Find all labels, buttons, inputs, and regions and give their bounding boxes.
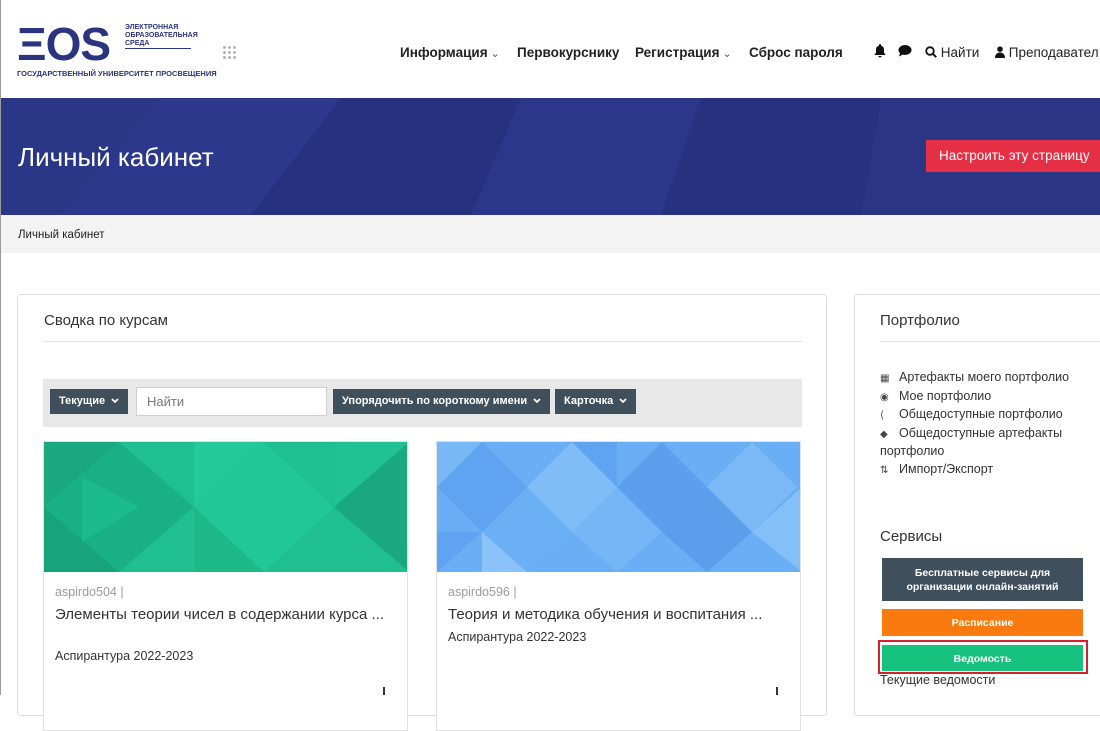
- breadcrumb[interactable]: Личный кабинет: [18, 229, 105, 241]
- sort-dropdown-label: Упорядочить по короткому имени: [342, 395, 528, 407]
- user-icon: [995, 46, 1005, 58]
- course-category: Аспирантура 2022-2023: [448, 630, 587, 644]
- logo-lines: ЭЛЕКТРОННАЯ ОБРАЗОВАТЕЛЬНАЯ СРЕДА: [125, 24, 198, 49]
- apps-grid-icon[interactable]: [223, 46, 237, 60]
- top-navbar: ΞOS ЭЛЕКТРОННАЯ ОБРАЗОВАТЕЛЬНАЯ СРЕДА ГО…: [1, 0, 1100, 98]
- portfolio-item-public-artefacts[interactable]: ◆ Общедоступные артефакты портфолио: [880, 425, 1100, 461]
- portfolio-item-import-export[interactable]: ⇅ Импорт/Экспорт: [880, 461, 1100, 480]
- breadcrumb-bar: Личный кабинет: [1, 215, 1100, 253]
- nav-password-reset-label: Сброс пароля: [749, 45, 843, 60]
- chevron-down-icon: [619, 398, 627, 404]
- course-menu-icon[interactable]: [383, 687, 385, 695]
- portfolio-title: Портфолио: [880, 312, 960, 329]
- course-shortname: aspirdo596 |: [448, 585, 517, 599]
- logo-line-2: ОБРАЗОВАТЕЛЬНАЯ: [125, 32, 198, 39]
- grouping-dropdown-label: Текущие: [59, 395, 106, 407]
- tag-icon: ◆: [880, 428, 888, 440]
- services-title: Сервисы: [880, 528, 943, 545]
- customize-page-button[interactable]: Настроить эту страницу: [926, 140, 1100, 172]
- import-export-icon: ⇅: [880, 464, 889, 476]
- page-title: Личный кабинет: [18, 142, 214, 172]
- free-services-button[interactable]: Бесплатные сервисы для организации онлай…: [882, 558, 1083, 601]
- eye-icon: ◉: [880, 391, 889, 403]
- share-icon: ⟨: [880, 410, 884, 421]
- portfolio-item-public-portfolios[interactable]: ⟨ Общедоступные портфолио: [880, 406, 1100, 425]
- course-name-link[interactable]: Теория и методика обучения и воспитания …: [448, 605, 793, 624]
- logo-line-1: ЭЛЕКТРОННАЯ: [125, 24, 179, 31]
- course-search-input[interactable]: [136, 387, 327, 416]
- user-menu-label: Преподавател: [1008, 45, 1099, 60]
- portfolio-item-label: Мое портфолио: [899, 388, 992, 403]
- portfolio-item-label: Импорт/Экспорт: [899, 461, 994, 476]
- portfolio-item-label: Артефакты моего портфолио: [899, 370, 1070, 384]
- eos-logo[interactable]: ΞOS ЭЛЕКТРОННАЯ ОБРАЗОВАТЕЛЬНАЯ СРЕДА ГО…: [17, 18, 217, 86]
- current-sheets-link[interactable]: Текущие ведомости: [880, 673, 995, 687]
- portfolio-links: ▦ Артефакты моего портфолио ◉ Мое портфоли…: [880, 369, 1100, 479]
- course-card[interactable]: aspirdo596 | Теория и методика обучения …: [436, 441, 801, 731]
- chevron-down-icon: [111, 398, 119, 404]
- divider: [880, 341, 1100, 342]
- portfolio-item-label: Общедоступные артефакты портфолио: [880, 425, 1063, 459]
- course-overview-block: Сводка по курсам Текущие Упорядочить по …: [17, 294, 827, 731]
- course-image[interactable]: [437, 442, 800, 572]
- nav-registration[interactable]: Регистрация ⌄: [635, 45, 732, 65]
- course-shortname: aspirdo504 |: [55, 585, 124, 599]
- sort-dropdown[interactable]: Упорядочить по короткому имени: [333, 389, 551, 414]
- grouping-dropdown[interactable]: Текущие: [50, 389, 129, 414]
- nav-info-label: Информация: [400, 45, 488, 60]
- portfolio-item-my-portfolio[interactable]: ◉ Мое портфолио: [880, 388, 1100, 407]
- course-category: Аспирантура 2022-2023: [55, 649, 194, 663]
- logo-subtitle: ГОСУДАРСТВЕННЫЙ УНИВЕРСИТЕТ ПРОСВЕЩЕНИЯ: [17, 69, 217, 78]
- portfolio-item-artefacts[interactable]: ▦ Артефакты моего портфолио: [880, 369, 1100, 388]
- course-filter-bar: Текущие Упорядочить по короткому имени К…: [43, 379, 802, 427]
- divider: [43, 341, 802, 342]
- nav-password-reset[interactable]: Сброс пароля: [749, 45, 843, 65]
- logo-line-3: СРЕДА: [125, 40, 191, 49]
- course-name-link[interactable]: Элементы теории чисел в содержании курса…: [55, 605, 400, 624]
- highlight-annotation: [878, 640, 1088, 674]
- chevron-down-icon: [533, 398, 541, 404]
- chevron-down-icon: ⌄: [490, 48, 500, 60]
- course-overview-title: Сводка по курсам: [44, 312, 168, 329]
- course-image[interactable]: [44, 442, 407, 572]
- portfolio-item-label: Общедоступные портфолио: [899, 407, 1063, 421]
- user-menu[interactable]: Преподавател: [995, 45, 1099, 60]
- chat-icon[interactable]: [898, 44, 912, 60]
- search-icon: [925, 46, 937, 58]
- nav-registration-label: Регистрация: [635, 45, 720, 60]
- artefacts-icon: ▦: [880, 373, 890, 384]
- view-dropdown[interactable]: Карточка: [555, 389, 637, 414]
- bell-icon[interactable]: [874, 44, 886, 61]
- logo-mark: ΞOS: [17, 18, 111, 70]
- view-dropdown-label: Карточка: [564, 395, 614, 407]
- chevron-down-icon: ⌄: [722, 48, 732, 60]
- search-link[interactable]: Найти: [925, 45, 979, 60]
- page-header-banner: Личный кабинет Настроить эту страницу: [1, 98, 1100, 215]
- nav-freshman-label: Первокурснику: [517, 45, 620, 60]
- course-card[interactable]: aspirdo504 | Элементы теории чисел в сод…: [43, 441, 408, 731]
- portfolio-block: Портфолио ▦ Артефакты моего портфолио ◉ Мо…: [854, 294, 1100, 716]
- course-menu-icon[interactable]: [776, 687, 778, 695]
- search-link-label: Найти: [940, 45, 980, 60]
- nav-info[interactable]: Информация ⌄: [400, 45, 500, 65]
- nav-freshman[interactable]: Первокурснику: [517, 45, 619, 65]
- schedule-button[interactable]: Расписание: [882, 609, 1083, 636]
